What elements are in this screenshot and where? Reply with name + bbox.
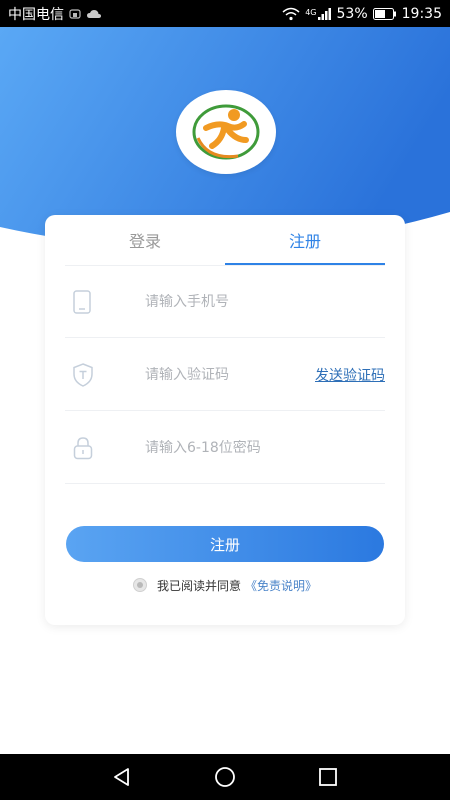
home-icon[interactable] <box>205 757 245 797</box>
password-row <box>65 412 385 484</box>
send-code-button[interactable]: 发送验证码 <box>315 365 385 385</box>
weather-icon <box>86 8 102 20</box>
clock: 19:35 <box>401 5 442 22</box>
phone-row <box>65 266 385 338</box>
code-row: 发送验证码 <box>65 339 385 411</box>
register-button[interactable]: 注册 <box>66 526 384 562</box>
tab-login-label: 登录 <box>128 232 161 251</box>
lock-icon <box>65 436 109 460</box>
register-card: 登录 注册 发送验证码 <box>45 215 405 625</box>
phone-icon <box>65 289 109 314</box>
back-icon[interactable] <box>102 757 142 797</box>
system-nav-bar <box>0 754 450 800</box>
phone-input[interactable] <box>145 293 305 310</box>
tab-login[interactable]: 登录 <box>65 215 225 265</box>
auth-tabs: 登录 注册 <box>65 215 385 265</box>
network-type: 4G <box>305 7 317 17</box>
agreement-text: 我已阅读并同意 <box>156 578 241 593</box>
disclaimer-link[interactable]: 《免责说明》 <box>245 577 317 594</box>
register-screen: 中国电信 4G 53% 19:35 登录 注册 请输入手机号 请输入验证码 发送… <box>0 0 450 800</box>
carrier-label: 中国电信 <box>8 6 64 23</box>
tab-register-label: 注册 <box>288 232 321 251</box>
code-input[interactable] <box>145 366 305 383</box>
wifi-icon <box>282 7 300 21</box>
recents-icon[interactable] <box>308 757 348 797</box>
battery-icon <box>372 7 397 20</box>
app-logo <box>176 90 276 174</box>
shield-icon <box>65 362 109 387</box>
password-input[interactable] <box>145 439 305 456</box>
tab-register[interactable]: 注册 <box>225 215 385 265</box>
signal-icon: 4G <box>305 7 331 20</box>
status-bar: 中国电信 4G 53% 19:35 <box>0 0 450 27</box>
agreement-row: 我已阅读并同意 《免责说明》 <box>45 573 405 597</box>
running-person-logo <box>192 104 260 160</box>
agreement-radio[interactable] <box>132 578 147 592</box>
battery-percent: 53% <box>336 5 368 22</box>
notification-icon <box>68 7 82 21</box>
